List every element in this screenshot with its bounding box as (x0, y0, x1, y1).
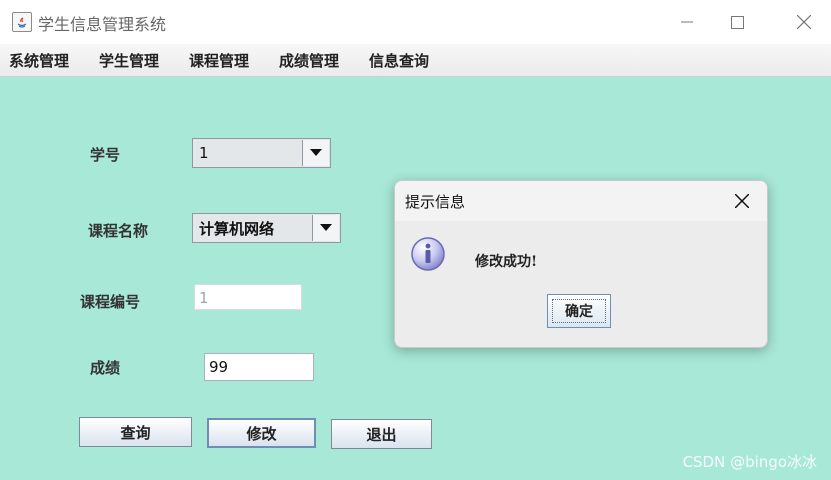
course-name-label: 课程名称 (88, 222, 149, 240)
message-dialog: 提示信息 修改成功! 确定 (394, 180, 768, 348)
menu-bar: 系统管理 学生管理 课程管理 成绩管理 信息查询 (0, 44, 831, 77)
dialog-header: 提示信息 (395, 181, 767, 221)
dialog-message: 修改成功! (475, 254, 538, 270)
window-title: 学生信息管理系统 (38, 15, 167, 34)
student-id-label: 学号 (90, 146, 121, 164)
dialog-close-icon[interactable] (723, 183, 761, 219)
maximize-button[interactable] (714, 0, 760, 44)
modify-button[interactable]: 修改 (207, 418, 316, 448)
course-name-value: 计算机网络 (199, 219, 275, 238)
dropdown-arrow-icon[interactable] (312, 215, 339, 241)
menu-course[interactable]: 课程管理 (189, 50, 249, 71)
exit-button[interactable]: 退出 (331, 419, 432, 449)
score-label: 成绩 (90, 359, 121, 377)
query-button[interactable]: 查询 (79, 417, 192, 447)
menu-system[interactable]: 系统管理 (9, 50, 69, 71)
close-button[interactable] (781, 0, 827, 44)
menu-score[interactable]: 成绩管理 (279, 50, 339, 71)
info-icon (409, 235, 447, 277)
java-icon (12, 12, 32, 32)
course-name-combo[interactable]: 计算机网络 (192, 213, 341, 243)
menu-student[interactable]: 学生管理 (99, 50, 159, 71)
student-id-combo[interactable]: 1 (192, 138, 331, 168)
menu-query[interactable]: 信息查询 (369, 50, 429, 71)
dialog-title: 提示信息 (405, 193, 466, 211)
dialog-ok-button[interactable]: 确定 (547, 294, 611, 328)
minimize-button[interactable] (664, 0, 710, 44)
student-id-value: 1 (199, 144, 209, 162)
watermark: CSDN @bingo冰冰 (682, 453, 817, 471)
score-field[interactable]: 99 (204, 353, 314, 381)
title-bar: 学生信息管理系统 (0, 0, 831, 45)
course-no-field[interactable]: 1 (194, 284, 302, 310)
dropdown-arrow-icon[interactable] (302, 140, 329, 166)
course-no-label: 课程编号 (80, 293, 141, 311)
